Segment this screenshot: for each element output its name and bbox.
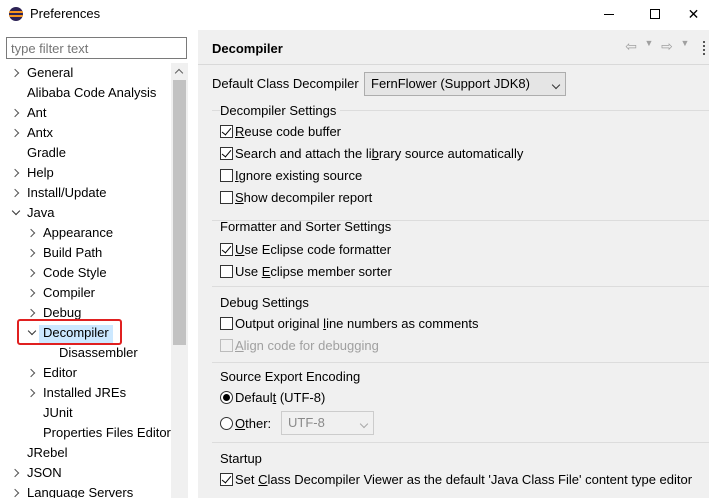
chevron-right-icon[interactable]: [27, 243, 37, 263]
output-line-numbers-label[interactable]: Output original line numbers as comments: [235, 316, 479, 331]
view-menu-icon[interactable]: [703, 41, 705, 55]
group-title: Debug Settings: [220, 295, 309, 310]
tree-item-label: JUnit: [43, 405, 73, 420]
tree-item-label: Build Path: [43, 245, 103, 260]
page-navigation: ⇦ ▼ ⇨ ▼: [622, 38, 690, 55]
encoding-other-label[interactable]: Other:: [235, 416, 271, 431]
encoding-default-radio[interactable]: [220, 391, 233, 404]
tree-item-label: Code Style: [43, 265, 107, 280]
group-title: Decompiler Settings: [220, 103, 341, 118]
eclipse-icon: [9, 7, 23, 21]
use-eclipse-member-sorter-label[interactable]: Use Eclipse member sorter: [235, 264, 392, 279]
tree-item-label: Compiler: [43, 285, 96, 300]
annotation-highlight-box: [17, 319, 122, 345]
chevron-right-icon[interactable]: [11, 123, 21, 143]
chevron-down-icon[interactable]: [11, 203, 21, 223]
tree-item-label: General: [27, 65, 74, 80]
tree-item-label: Help: [27, 165, 54, 180]
tree-item-label: Install/Update: [27, 185, 107, 200]
encoding-other-value: UTF-8: [288, 415, 325, 430]
tree-item-label: JRebel: [27, 445, 68, 460]
chevron-right-icon[interactable]: [27, 363, 37, 383]
group-title: Formatter and Sorter Settings: [220, 219, 392, 234]
tree-item-label: Antx: [27, 125, 54, 140]
align-code-for-debugging-checkbox[interactable]: [220, 339, 233, 352]
encoding-default-label[interactable]: Default (UTF-8): [235, 390, 325, 405]
chevron-right-icon[interactable]: [27, 283, 37, 303]
tree-scrollbar[interactable]: [171, 63, 188, 498]
startup-group: Startup: [212, 442, 709, 466]
set-default-viewer-label[interactable]: Set Class Decompiler Viewer as the defau…: [235, 472, 692, 487]
tree-item-label: Editor: [43, 365, 77, 380]
back-menu-icon[interactable]: ▼: [644, 38, 654, 55]
encoding-other-select[interactable]: UTF-8: [281, 411, 374, 435]
use-eclipse-member-sorter-checkbox[interactable]: [220, 265, 233, 278]
chevron-right-icon[interactable]: [27, 223, 37, 243]
chevron-right-icon[interactable]: [11, 63, 21, 83]
set-default-viewer-checkbox[interactable]: [220, 473, 233, 486]
group-title: Source Export Encoding: [220, 369, 361, 384]
tree-item-label: Installed JREs: [43, 385, 127, 400]
tree-item-label: Properties Files Editor: [43, 425, 171, 440]
use-eclipse-code-formatter-label[interactable]: Use Eclipse code formatter: [235, 242, 391, 257]
source-export-encoding-group: Source Export Encoding: [212, 362, 709, 384]
tree-item-label: Ant: [27, 105, 47, 120]
preferences-tree: General Alibaba Code Analysis Ant Antx G…: [0, 63, 171, 498]
reuse-code-buffer-label[interactable]: Reuse code buffer: [235, 124, 341, 139]
forward-menu-icon[interactable]: ▼: [680, 38, 690, 55]
maximize-icon: [650, 9, 660, 19]
ignore-existing-source-label[interactable]: Ignore existing source: [235, 168, 362, 183]
tree-item-label: Language Servers: [27, 485, 134, 498]
tree-item-label: Appearance: [43, 225, 114, 240]
show-decompiler-report-checkbox[interactable]: [220, 191, 233, 204]
forward-arrow-icon[interactable]: ⇨: [658, 38, 676, 55]
chevron-right-icon[interactable]: [11, 103, 21, 123]
tree-item-label: Gradle: [27, 145, 67, 160]
close-button[interactable]: ✕: [678, 0, 709, 28]
default-decompiler-select[interactable]: FernFlower (Support JDK8): [364, 72, 566, 96]
use-eclipse-code-formatter-checkbox[interactable]: [220, 243, 233, 256]
minimize-button[interactable]: [586, 0, 632, 28]
chevron-right-icon[interactable]: [11, 483, 21, 498]
output-line-numbers-checkbox[interactable]: [220, 317, 233, 330]
chevron-right-icon[interactable]: [27, 263, 37, 283]
show-decompiler-report-label[interactable]: Show decompiler report: [235, 190, 372, 205]
chevron-right-icon[interactable]: [11, 163, 21, 183]
minimize-icon: [604, 13, 614, 15]
encoding-other-radio[interactable]: [220, 417, 233, 430]
header-separator: [198, 64, 709, 65]
window-title: Preferences: [30, 6, 101, 21]
close-icon: ✕: [687, 5, 700, 22]
title-bar: Preferences ✕: [0, 0, 709, 28]
scroll-up-icon[interactable]: [171, 63, 188, 80]
chevron-right-icon[interactable]: [27, 383, 37, 403]
chevron-right-icon[interactable]: [11, 463, 21, 483]
debug-settings-group: Debug Settings: [212, 286, 709, 310]
align-code-for-debugging-label[interactable]: Align code for debugging: [235, 338, 379, 353]
group-title: Startup: [220, 451, 262, 466]
search-attach-library-source-checkbox[interactable]: [220, 147, 233, 160]
preference-page: Decompiler ⇦ ▼ ⇨ ▼ Default Class Decompi…: [198, 30, 709, 498]
page-title: Decompiler: [212, 41, 283, 56]
chevron-down-icon: [359, 419, 369, 429]
scrollbar-thumb[interactable]: [173, 80, 186, 345]
reuse-code-buffer-checkbox[interactable]: [220, 125, 233, 138]
chevron-right-icon[interactable]: [11, 183, 21, 203]
default-decompiler-label: Default Class Decompiler: [212, 76, 359, 91]
chevron-down-icon: [551, 80, 561, 90]
filter-input[interactable]: [6, 37, 187, 59]
back-arrow-icon[interactable]: ⇦: [622, 38, 640, 55]
default-decompiler-value: FernFlower (Support JDK8): [371, 76, 530, 91]
tree-item-label: Java: [27, 205, 55, 220]
tree-item-label: Disassembler: [59, 345, 138, 360]
search-attach-library-source-label[interactable]: Search and attach the library source aut…: [235, 146, 523, 161]
tree-item-label: JSON: [27, 465, 62, 480]
formatter-settings-group: Formatter and Sorter Settings: [212, 219, 709, 234]
tree-item-label: Alibaba Code Analysis: [27, 85, 157, 100]
ignore-existing-source-checkbox[interactable]: [220, 169, 233, 182]
maximize-button[interactable]: [632, 0, 678, 28]
